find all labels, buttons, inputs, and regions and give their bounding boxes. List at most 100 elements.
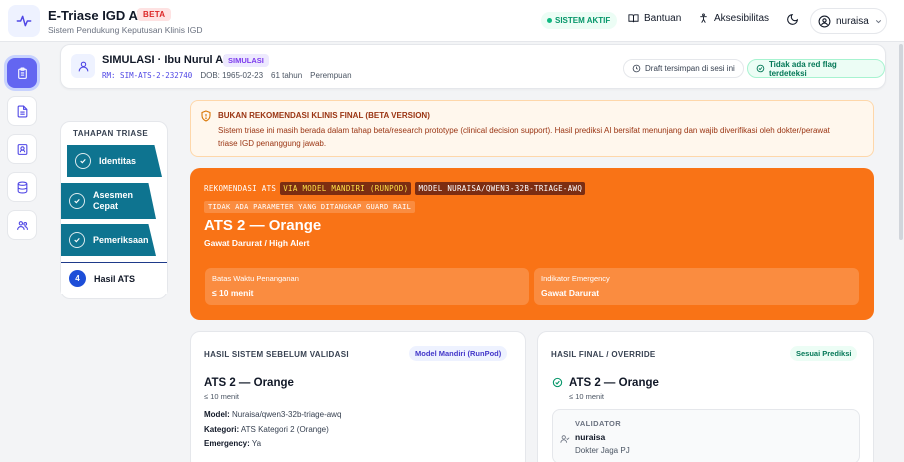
moon-icon	[787, 13, 799, 25]
validator-label: VALIDATOR	[575, 419, 622, 428]
accessibility-icon	[700, 13, 707, 23]
final-result-ats: ATS 2 — Orange	[569, 377, 659, 389]
recommendation-source: REKOMENDASI ATS VIA MODEL MANDIRI (RUNPO…	[204, 182, 586, 195]
draft-status-label: Draft tersimpan di sesi ini	[645, 64, 735, 73]
step-identitas[interactable]: Identitas	[67, 145, 162, 177]
emergency-indicator-label: Indikator Emergency	[541, 274, 610, 283]
time-limit-card: Batas Waktu Penanganan ≤ 10 menit	[205, 268, 529, 305]
check-icon	[69, 232, 85, 248]
warning-body: Sistem triase ini masih berada dalam tah…	[218, 126, 830, 148]
book-icon	[628, 14, 639, 23]
category-row: Kategori: ATS Kategori 2 (Orange)	[204, 425, 329, 434]
match-prediction-badge: Sesuai Prediksi	[790, 346, 858, 361]
warning-title: BUKAN REKOMENDASI KLINIS FINAL (BETA VER…	[218, 111, 430, 120]
patient-name: SIMULASI · Ibu Nurul Aini	[102, 54, 237, 66]
warning-shield-icon	[201, 110, 211, 122]
emergency-indicator-card: Indikator Emergency Gawat Darurat	[534, 268, 859, 305]
check-icon	[75, 153, 91, 169]
guardrail-tag: TIDAK ADA PARAMETER YANG DITANGKAP GUARD…	[204, 201, 416, 213]
user-check-icon	[560, 435, 570, 443]
page-scrollbar[interactable]	[899, 44, 903, 240]
system-status-label: SISTEM AKTIF	[555, 16, 611, 25]
chevron-down-icon	[875, 19, 881, 23]
recommendation-prefix: REKOMENDASI ATS	[204, 184, 277, 193]
patient-age: 61 tahun	[271, 71, 303, 80]
patient-meta: RM: SIM-ATS-2-232740 DOB: 1965-02-23 61 …	[102, 71, 352, 80]
validator-role: Dokter Jaga PJ	[575, 446, 630, 455]
validator-box: VALIDATOR nuraisa Dokter Jaga PJ	[552, 409, 860, 462]
patient-avatar	[71, 54, 95, 78]
clipboard-icon	[17, 67, 27, 79]
theme-toggle-button[interactable]	[786, 13, 800, 27]
patient-dob: DOB: 1965-02-23	[200, 71, 264, 80]
simulation-badge: SIMULASI	[223, 54, 269, 67]
category-label: Kategori:	[204, 425, 240, 434]
beta-warning-banner: BUKAN REKOMENDASI KLINIS FINAL (BETA VER…	[190, 100, 874, 157]
file-icon	[17, 105, 27, 117]
step-label: Identitas	[99, 156, 137, 166]
recommendation-via-tag: VIA MODEL MANDIRI (RUNPOD)	[280, 182, 412, 195]
users-icon	[16, 220, 28, 230]
system-status-badge: SISTEM AKTIF	[541, 12, 618, 29]
step-pemeriksaan[interactable]: Pemeriksaan	[61, 224, 156, 256]
database-icon	[17, 181, 27, 193]
help-button[interactable]: Bantuan	[628, 13, 681, 24]
triage-stepper: TAHAPAN TRIASE Identitas Asesmen Cepat P…	[60, 121, 168, 299]
final-result-title: HASIL FINAL / OVERRIDE	[551, 350, 656, 359]
check-circle-icon	[756, 64, 765, 73]
recommendation-model-tag: MODEL NURAISA/QWEN3-32B-TRIAGE-AWQ	[415, 182, 586, 195]
system-result-time: ≤ 10 menit	[204, 392, 239, 401]
recommended-ats-description: Gawat Darurat / High Alert	[204, 238, 310, 248]
red-flag-status-pill: Tidak ada red flag terdeteksi	[747, 59, 885, 78]
check-icon	[69, 193, 85, 209]
help-label: Bantuan	[644, 13, 682, 24]
user-menu-button[interactable]: nuraisa	[810, 8, 887, 34]
step-number: 4	[69, 270, 86, 287]
user-name: nuraisa	[836, 15, 869, 27]
step-label: Asesmen Cepat	[93, 190, 134, 211]
patient-rm: RM: SIM-ATS-2-232740	[102, 71, 193, 80]
user-icon	[78, 61, 88, 71]
nav-database-button[interactable]	[7, 172, 37, 202]
model-value: Nuraisa/qwen3-32b-triage-awq	[232, 410, 342, 419]
category-value: ATS Kategori 2 (Orange)	[240, 425, 329, 434]
accessibility-label: Aksesibilitas	[714, 13, 770, 24]
final-result-card: HASIL FINAL / OVERRIDE Sesuai Prediksi A…	[537, 331, 874, 462]
system-result-card: HASIL SISTEM SEBELUM VALIDASI Model Mand…	[190, 331, 526, 462]
beta-badge: BETA	[137, 8, 172, 21]
heartbeat-icon	[16, 15, 32, 27]
top-bar: E-Triase IGD ATS BETA Sistem Pendukung K…	[0, 0, 904, 42]
clock-icon	[632, 64, 641, 73]
nav-patient-button[interactable]	[7, 134, 37, 164]
check-circle-icon	[552, 377, 563, 388]
patient-card-icon	[17, 143, 27, 155]
accessibility-button[interactable]: Aksesibilitas	[698, 13, 769, 24]
time-limit-value: ≤ 10 menit	[212, 288, 254, 298]
step-asesmen-cepat[interactable]: Asesmen Cepat	[61, 183, 156, 219]
step-label: Hasil ATS	[94, 273, 136, 284]
app-subtitle: Sistem Pendukung Keputusan Klinis IGD	[48, 25, 203, 35]
recommended-ats: ATS 2 — Orange	[204, 217, 322, 234]
validator-name: nuraisa	[575, 432, 606, 442]
app-logo[interactable]	[8, 5, 40, 37]
model-label: Model:	[204, 410, 230, 419]
ats-recommendation-panel: REKOMENDASI ATS VIA MODEL MANDIRI (RUNPO…	[190, 168, 874, 320]
system-result-title: HASIL SISTEM SEBELUM VALIDASI	[204, 350, 349, 359]
nav-triage-button[interactable]	[7, 58, 37, 88]
patient-sex: Perempuan	[310, 71, 352, 80]
draft-status-pill: Draft tersimpan di sesi ini	[623, 59, 744, 78]
time-limit-label: Batas Waktu Penanganan	[212, 274, 299, 283]
final-result-time: ≤ 10 menit	[569, 392, 604, 401]
system-result-ats: ATS 2 — Orange	[204, 377, 294, 389]
stepper-title: TAHAPAN TRIASE	[73, 129, 149, 138]
nav-documents-button[interactable]	[7, 96, 37, 126]
model-row: Model: Nuraisa/qwen3-32b-triage-awq	[204, 410, 341, 419]
step-label: Pemeriksaan	[93, 235, 149, 245]
red-flag-status-label: Tidak ada red flag terdeteksi	[768, 59, 837, 78]
nav-users-button[interactable]	[7, 210, 37, 240]
emergency-row: Emergency: Ya	[204, 439, 261, 448]
step-hasil-ats[interactable]: 4 Hasil ATS	[61, 262, 167, 294]
user-circle-icon	[818, 15, 831, 27]
emergency-value: Ya	[251, 439, 262, 448]
patient-bar: SIMULASI · Ibu Nurul Aini SIMULASI RM: S…	[60, 44, 886, 89]
